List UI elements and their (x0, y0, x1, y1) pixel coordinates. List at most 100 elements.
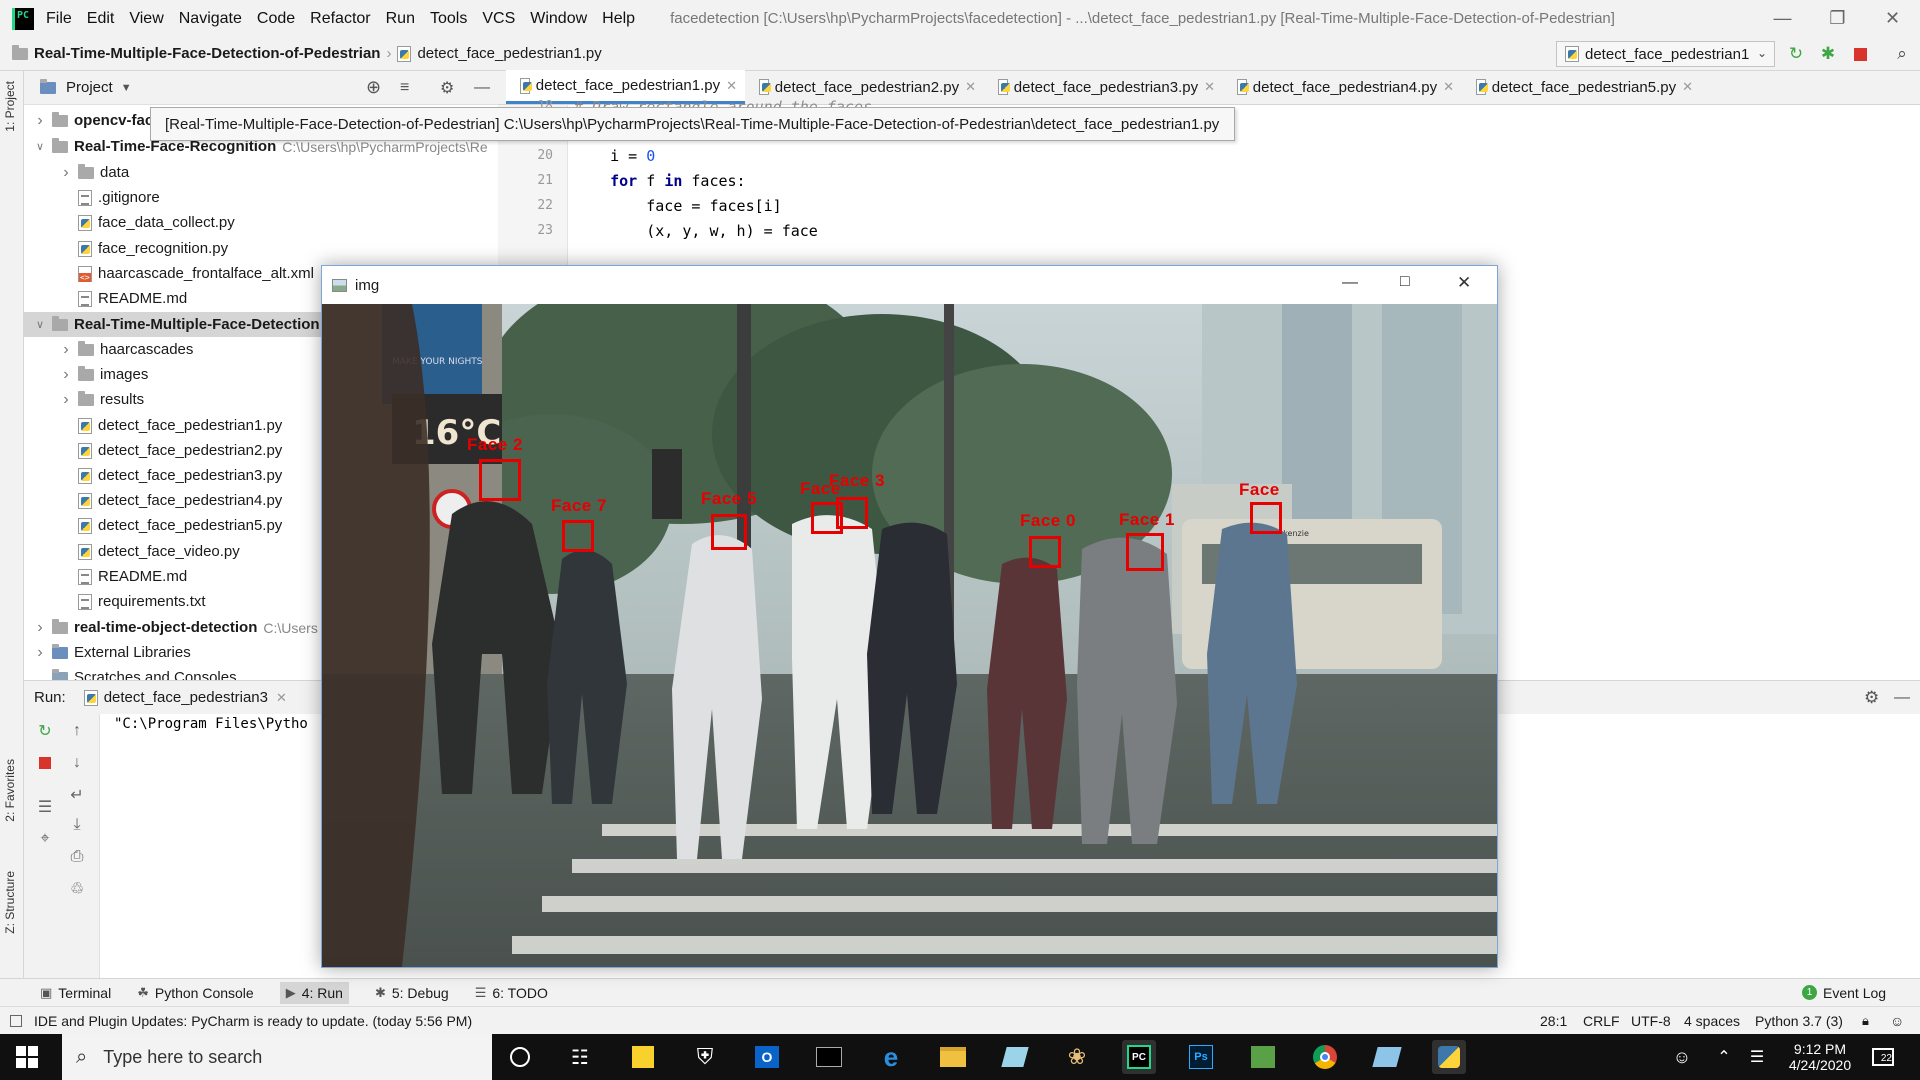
cortana-icon[interactable] (503, 1040, 537, 1074)
breadcrumb-project[interactable]: Real-Time-Multiple-Face-Detection-of-Ped… (12, 44, 380, 62)
close-tab-icon[interactable]: ✕ (726, 78, 737, 94)
tree-item[interactable]: detect_face_pedestrian2.py (58, 438, 282, 463)
bottom-tab[interactable]: ☰ 6: TODO (475, 982, 548, 1004)
tree-item[interactable]: README.md (58, 286, 187, 311)
tree-item[interactable]: › haarcascades (58, 337, 193, 362)
minimize-icon[interactable]: — (1342, 274, 1358, 292)
python-interpreter[interactable]: Python 3.7 (3) (1755, 1013, 1843, 1029)
editor-tab[interactable]: detect_face_pedestrian5.py ✕ (1462, 70, 1701, 104)
sticky-notes-icon[interactable] (626, 1040, 660, 1074)
file-encoding[interactable]: UTF-8 (1631, 1013, 1671, 1029)
breadcrumb-file[interactable]: detect_face_pedestrian1.py (397, 45, 602, 62)
tree-item[interactable]: › results (58, 387, 144, 412)
tree-item[interactable]: README.md (58, 564, 187, 589)
debug-bug-icon[interactable]: ✱ (1818, 44, 1838, 64)
chevron-up-icon[interactable]: ⌃ (1707, 1040, 1741, 1074)
tree-item[interactable]: .gitignore (58, 185, 160, 210)
wifi-icon[interactable]: ☰ (1740, 1040, 1774, 1074)
tree-item[interactable]: detect_face_pedestrian1.py (58, 413, 282, 438)
close-tab-icon[interactable]: ✕ (276, 690, 287, 706)
tree-item[interactable]: detect_face_pedestrian4.py (58, 488, 282, 513)
gear-icon[interactable]: ⚙ (1864, 688, 1879, 708)
bottom-tab[interactable]: ✱ 5: Debug (375, 982, 449, 1004)
notepad-icon[interactable] (998, 1040, 1032, 1074)
notification-center-button[interactable]: 22 (1866, 1040, 1900, 1074)
tree-item[interactable]: › opencv-fac (32, 108, 153, 133)
image-viewer-icon[interactable] (1246, 1040, 1280, 1074)
layout-icon[interactable]: ☰ (36, 798, 54, 816)
scroll-to-end-icon[interactable]: ⤓ (68, 816, 86, 834)
bottom-tab[interactable]: ☘ Python Console (137, 982, 254, 1004)
bottom-tab[interactable]: ▶ 4: Run (279, 981, 349, 1004)
rerun-icon[interactable]: ↻ (36, 722, 54, 740)
print-icon[interactable]: ⎙ (68, 848, 86, 866)
pin-icon[interactable]: ⌖ (36, 830, 54, 848)
paint-icon[interactable]: ❀ (1060, 1040, 1094, 1074)
side-tab-favorites[interactable]: 2: Favorites (3, 759, 17, 822)
menu-item-refactor[interactable]: Refactor (310, 10, 370, 28)
menu-item-view[interactable]: View (129, 10, 163, 28)
tree-item[interactable]: › External Libraries (32, 640, 191, 665)
menu-item-run[interactable]: Run (386, 10, 415, 28)
tree-item[interactable]: detect_face_pedestrian3.py (58, 463, 282, 488)
event-log-button[interactable]: 1 Event Log (1802, 985, 1886, 1001)
menu-item-navigate[interactable]: Navigate (179, 10, 242, 28)
locate-target-icon[interactable]: ⊕ (366, 77, 381, 98)
outlook-icon[interactable]: O (750, 1040, 784, 1074)
search-icon[interactable]: ⌕ (1892, 44, 1912, 64)
taskbar-search-box[interactable]: ⌕ Type here to search (62, 1034, 492, 1080)
security-shield-icon[interactable]: ⛨ (688, 1040, 722, 1074)
chevron-right-icon[interactable]: › (32, 619, 48, 637)
bottom-tab[interactable]: ▣ Terminal (40, 982, 111, 1004)
pycharm-taskbar-icon[interactable]: PC (1122, 1040, 1156, 1074)
project-panel-title[interactable]: Project (66, 79, 113, 96)
terminal-icon[interactable] (812, 1040, 846, 1074)
tree-item[interactable]: face_recognition.py (58, 236, 228, 261)
chevron-right-icon[interactable]: › (58, 391, 74, 409)
stop-icon[interactable] (1850, 44, 1870, 64)
file-explorer-icon[interactable] (936, 1040, 970, 1074)
rerun-icon[interactable]: ↻ (1786, 44, 1806, 64)
menu-item-code[interactable]: Code (257, 10, 295, 28)
inspector-icon[interactable]: ☺ (1890, 1013, 1904, 1029)
taskbar-clock[interactable]: 9:12 PM 4/24/2020 (1770, 1036, 1870, 1078)
image-window-titlebar[interactable]: img — □ ✕ (322, 266, 1497, 304)
chevron-right-icon[interactable]: › (58, 164, 74, 182)
tree-item[interactable]: detect_face_pedestrian5.py (58, 513, 282, 538)
windows-start-icon[interactable] (16, 1046, 38, 1068)
arrow-up-icon[interactable]: ↑ (68, 722, 86, 740)
close-icon[interactable]: ✕ (1457, 273, 1471, 293)
collapse-all-icon[interactable]: ≡ (400, 79, 409, 97)
tree-item[interactable]: requirements.txt (58, 589, 206, 614)
notes-app-icon[interactable] (1370, 1040, 1404, 1074)
photoshop-icon[interactable]: Ps (1184, 1040, 1218, 1074)
soft-wrap-icon[interactable]: ↵ (68, 786, 86, 804)
tree-item[interactable]: detect_face_video.py (58, 539, 240, 564)
status-toggle-icon[interactable] (10, 1014, 22, 1027)
status-message[interactable]: IDE and Plugin Updates: PyCharm is ready… (34, 1013, 472, 1029)
chrome-icon[interactable] (1308, 1040, 1342, 1074)
menu-item-window[interactable]: Window (530, 10, 587, 28)
trash-icon[interactable]: ♲ (68, 880, 86, 898)
gear-icon[interactable]: ⚙ (440, 78, 454, 98)
arrow-down-icon[interactable]: ↓ (68, 754, 86, 772)
menu-item-vcs[interactable]: VCS (482, 10, 515, 28)
tree-item[interactable]: › images (58, 362, 148, 387)
run-tab[interactable]: detect_face_pedestrian3 ✕ (83, 689, 287, 706)
tree-item[interactable]: › real-time-object-detection C:\Users (32, 615, 318, 640)
close-tab-icon[interactable]: ✕ (1443, 79, 1454, 95)
line-separator[interactable]: CRLF (1583, 1013, 1620, 1029)
people-icon[interactable]: ☺ (1665, 1040, 1699, 1074)
close-tab-icon[interactable]: ✕ (965, 79, 976, 95)
restore-button[interactable]: ❐ (1810, 0, 1865, 37)
tree-item[interactable]: face_data_collect.py (58, 210, 235, 235)
stop-icon[interactable] (36, 754, 54, 772)
close-tab-icon[interactable]: ✕ (1204, 79, 1215, 95)
tree-item[interactable]: › data (58, 160, 129, 185)
chevron-down-icon[interactable]: ∨ (32, 140, 48, 153)
chevron-right-icon[interactable]: › (32, 112, 48, 130)
menu-item-edit[interactable]: Edit (87, 10, 115, 28)
chevron-right-icon[interactable]: › (58, 341, 74, 359)
editor-tab[interactable]: detect_face_pedestrian4.py ✕ (1223, 70, 1462, 104)
caret-position[interactable]: 28:1 (1540, 1013, 1567, 1029)
